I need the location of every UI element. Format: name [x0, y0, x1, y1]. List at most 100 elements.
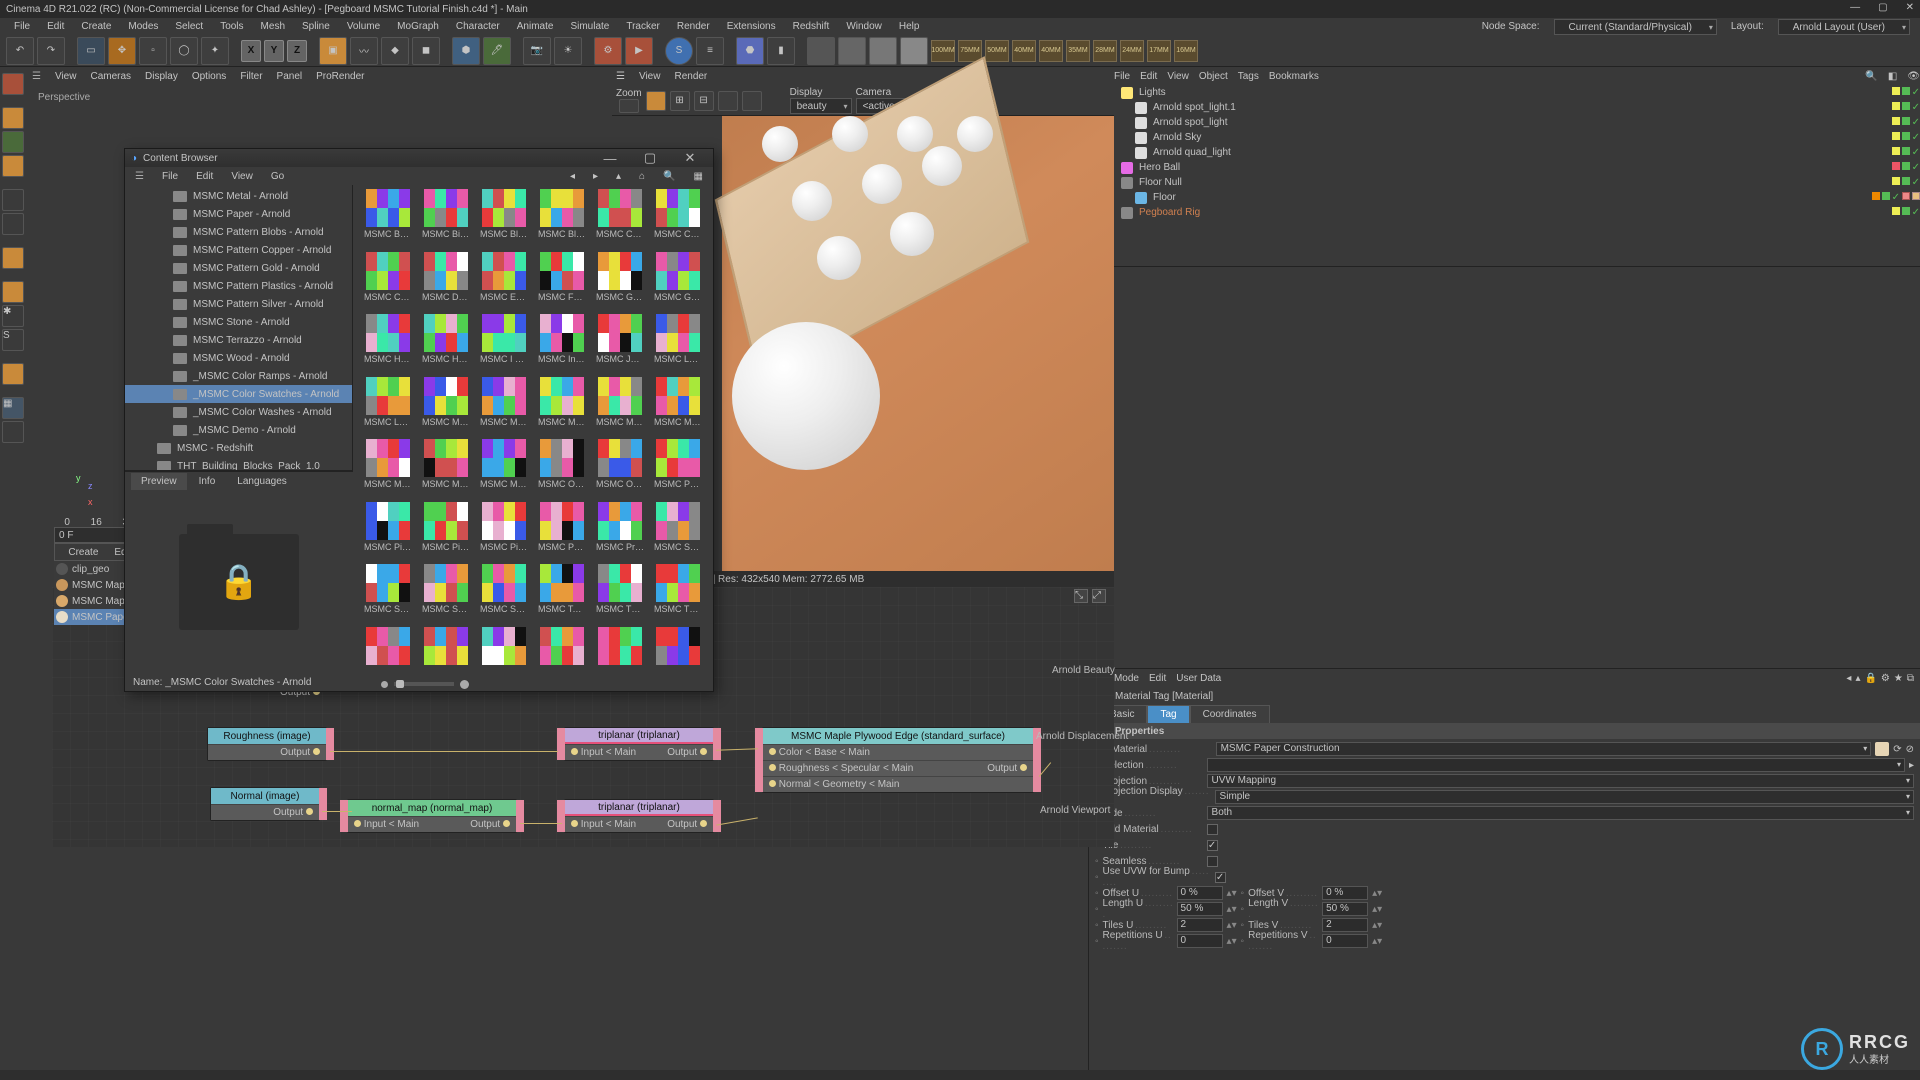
om-search-icon[interactable]: 🔍	[1865, 71, 1877, 82]
visibility-toggle[interactable]	[1892, 177, 1900, 185]
render-toggle[interactable]	[1882, 192, 1890, 200]
cb-swatch-cell[interactable]: MSMC The...	[593, 564, 647, 619]
hamburger-icon[interactable]: ☰	[32, 71, 41, 82]
ruler-24mm[interactable]: 24MM	[1120, 40, 1144, 62]
cb-swatch-grid[interactable]: MSMC Bea...MSMC Big ...MSMC Blo...MSMC B…	[353, 185, 713, 675]
cb-tree-item[interactable]: _MSMC Demo - Arnold	[125, 421, 352, 439]
menu-tracker[interactable]: Tracker	[618, 19, 668, 34]
camera-button[interactable]: 📷	[523, 37, 551, 65]
rv-tool-1[interactable]	[646, 91, 666, 111]
attr-length-u-input[interactable]: 50 %	[1177, 902, 1223, 916]
render-toggle[interactable]	[1902, 87, 1910, 95]
render-toggle[interactable]	[1902, 207, 1910, 215]
attr-seamless-checkbox[interactable]	[1207, 856, 1218, 867]
cb-swatch-cell[interactable]: MSMC Bea...	[361, 189, 415, 244]
check-icon[interactable]: ✓	[1912, 177, 1920, 188]
check-icon[interactable]: ✓	[1912, 117, 1920, 128]
vp-menu-display[interactable]: Display	[145, 71, 178, 82]
render-toggle[interactable]	[1902, 132, 1910, 140]
menu-help[interactable]: Help	[891, 19, 928, 34]
vp-menu-prorender[interactable]: ProRender	[316, 71, 364, 82]
cb-size-slider[interactable]	[353, 675, 713, 693]
render-toggle[interactable]	[1902, 102, 1910, 110]
picture-viewer[interactable]: ▮	[767, 37, 795, 65]
om-menu-object[interactable]: Object	[1199, 71, 1228, 82]
menu-tools[interactable]: Tools	[212, 19, 251, 34]
scale-tool[interactable]: ▫	[139, 37, 167, 65]
visibility-toggle[interactable]	[1892, 162, 1900, 170]
cb-tree-item[interactable]: _MSMC Color Ramps - Arnold	[125, 367, 352, 385]
left-tool-grid[interactable]: ▦	[2, 397, 24, 419]
menu-volume[interactable]: Volume	[339, 19, 388, 34]
generator-button[interactable]: ◆	[381, 37, 409, 65]
menu-window[interactable]: Window	[838, 19, 890, 34]
visibility-toggle[interactable]	[1892, 207, 1900, 215]
render-toggle[interactable]	[1902, 147, 1910, 155]
cb-nav-home-icon[interactable]: ⌂	[631, 169, 653, 184]
tag-icon[interactable]	[1902, 192, 1910, 200]
node-normal-map[interactable]: normal_map (normal_map) Input < MainOutp…	[347, 799, 517, 833]
visibility-toggle[interactable]	[1872, 192, 1880, 200]
am-gear-icon[interactable]: ⚙	[1881, 673, 1890, 684]
ruler-16mm[interactable]: 16MM	[1174, 40, 1198, 62]
cb-tree-item[interactable]: MSMC Pattern Silver - Arnold	[125, 295, 352, 313]
attr-tab-tag[interactable]: Tag	[1147, 705, 1189, 724]
zoom-fit[interactable]	[619, 99, 639, 113]
left-tool-model[interactable]	[2, 107, 24, 129]
render-toggle[interactable]	[1902, 177, 1910, 185]
cb-swatch-cell[interactable]: MSMC Cre...	[361, 252, 415, 307]
menu-extensions[interactable]: Extensions	[719, 19, 784, 34]
cb-swatch-cell[interactable]: MSMC Serl...	[651, 502, 705, 557]
clear-icon[interactable]: ⊘	[1906, 744, 1914, 755]
cb-swatch-cell[interactable]	[419, 627, 473, 672]
attr-side-dropdown[interactable]: Both	[1207, 806, 1914, 820]
attr-reps-u-input[interactable]: 0	[1177, 934, 1223, 948]
ruler-50mm[interactable]: 50MM	[985, 40, 1009, 62]
cb-swatch-cell[interactable]: MSMC Mu...	[477, 439, 531, 494]
om-menu-view[interactable]: View	[1167, 71, 1189, 82]
axis-z-toggle[interactable]: Z	[287, 40, 307, 62]
select-tool[interactable]: ▭	[77, 37, 105, 65]
menu-edit[interactable]: Edit	[39, 19, 72, 34]
render-toggle[interactable]	[1902, 162, 1910, 170]
left-tool-quantize[interactable]	[2, 363, 24, 385]
cb-minimize-icon[interactable]: —	[593, 151, 627, 166]
left-tool-misc[interactable]	[2, 421, 24, 443]
cb-swatch-cell[interactable]: MSMC Sun...	[419, 564, 473, 619]
cb-search-icon[interactable]: 🔍	[655, 169, 683, 184]
cb-swatch-cell[interactable]	[651, 627, 705, 672]
recent-tool[interactable]: ✦	[201, 37, 229, 65]
visibility-toggle[interactable]	[1892, 117, 1900, 125]
left-tool-points[interactable]	[2, 73, 24, 95]
cb-swatch-cell[interactable]: MSMC Eur...	[477, 252, 531, 307]
cb-swatch-cell[interactable]: MSMC Lets...	[361, 377, 415, 432]
cb-swatch-cell[interactable]: MSMC Tast...	[535, 564, 589, 619]
cb-nav-up-icon[interactable]: ▴	[608, 169, 629, 184]
object-row[interactable]: Floor✓	[1089, 190, 1920, 205]
node-triplanar-2[interactable]: triplanar (triplanar) Input < MainOutput	[564, 799, 714, 833]
layout-dropdown[interactable]: Arnold Layout (User)	[1778, 19, 1910, 35]
render-button[interactable]: ▶	[625, 37, 653, 65]
rv-tool-2[interactable]: ⊞	[670, 91, 690, 111]
attr-offset-u-input[interactable]: 0 %	[1177, 886, 1223, 900]
cb-tab-info[interactable]: Info	[189, 473, 226, 490]
cb-swatch-cell[interactable]: MSMC Big ...	[419, 189, 473, 244]
vp-menu-panel[interactable]: Panel	[277, 71, 303, 82]
menu-file[interactable]: File	[6, 19, 38, 34]
menu-spline[interactable]: Spline	[294, 19, 338, 34]
vp-menu-options[interactable]: Options	[192, 71, 226, 82]
om-menu-edit[interactable]: Edit	[1140, 71, 1157, 82]
field-button[interactable]: 🖊	[483, 37, 511, 65]
object-row[interactable]: ▾Lights✓	[1089, 85, 1920, 100]
cb-swatch-cell[interactable]: MSMC Pin...	[477, 502, 531, 557]
cb-swatch-cell[interactable]: MSMC Pill...	[361, 502, 415, 557]
om-menu-bookmarks[interactable]: Bookmarks	[1269, 71, 1319, 82]
cb-tree-item[interactable]: MSMC Pattern Gold - Arnold	[125, 259, 352, 277]
ruler-17mm[interactable]: 17MM	[1147, 40, 1171, 62]
cb-tree-item[interactable]: MSMC Metal - Arnold	[125, 187, 352, 205]
cb-swatch-cell[interactable]: MSMC I He...	[477, 314, 531, 369]
attr-projection-display-dropdown[interactable]: Simple	[1215, 790, 1914, 804]
left-tool-snap[interactable]: ✱	[2, 305, 24, 327]
cb-swatch-cell[interactable]: MSMC Fon...	[535, 252, 589, 307]
cb-swatch-cell[interactable]: MSMC Hef...	[419, 314, 473, 369]
